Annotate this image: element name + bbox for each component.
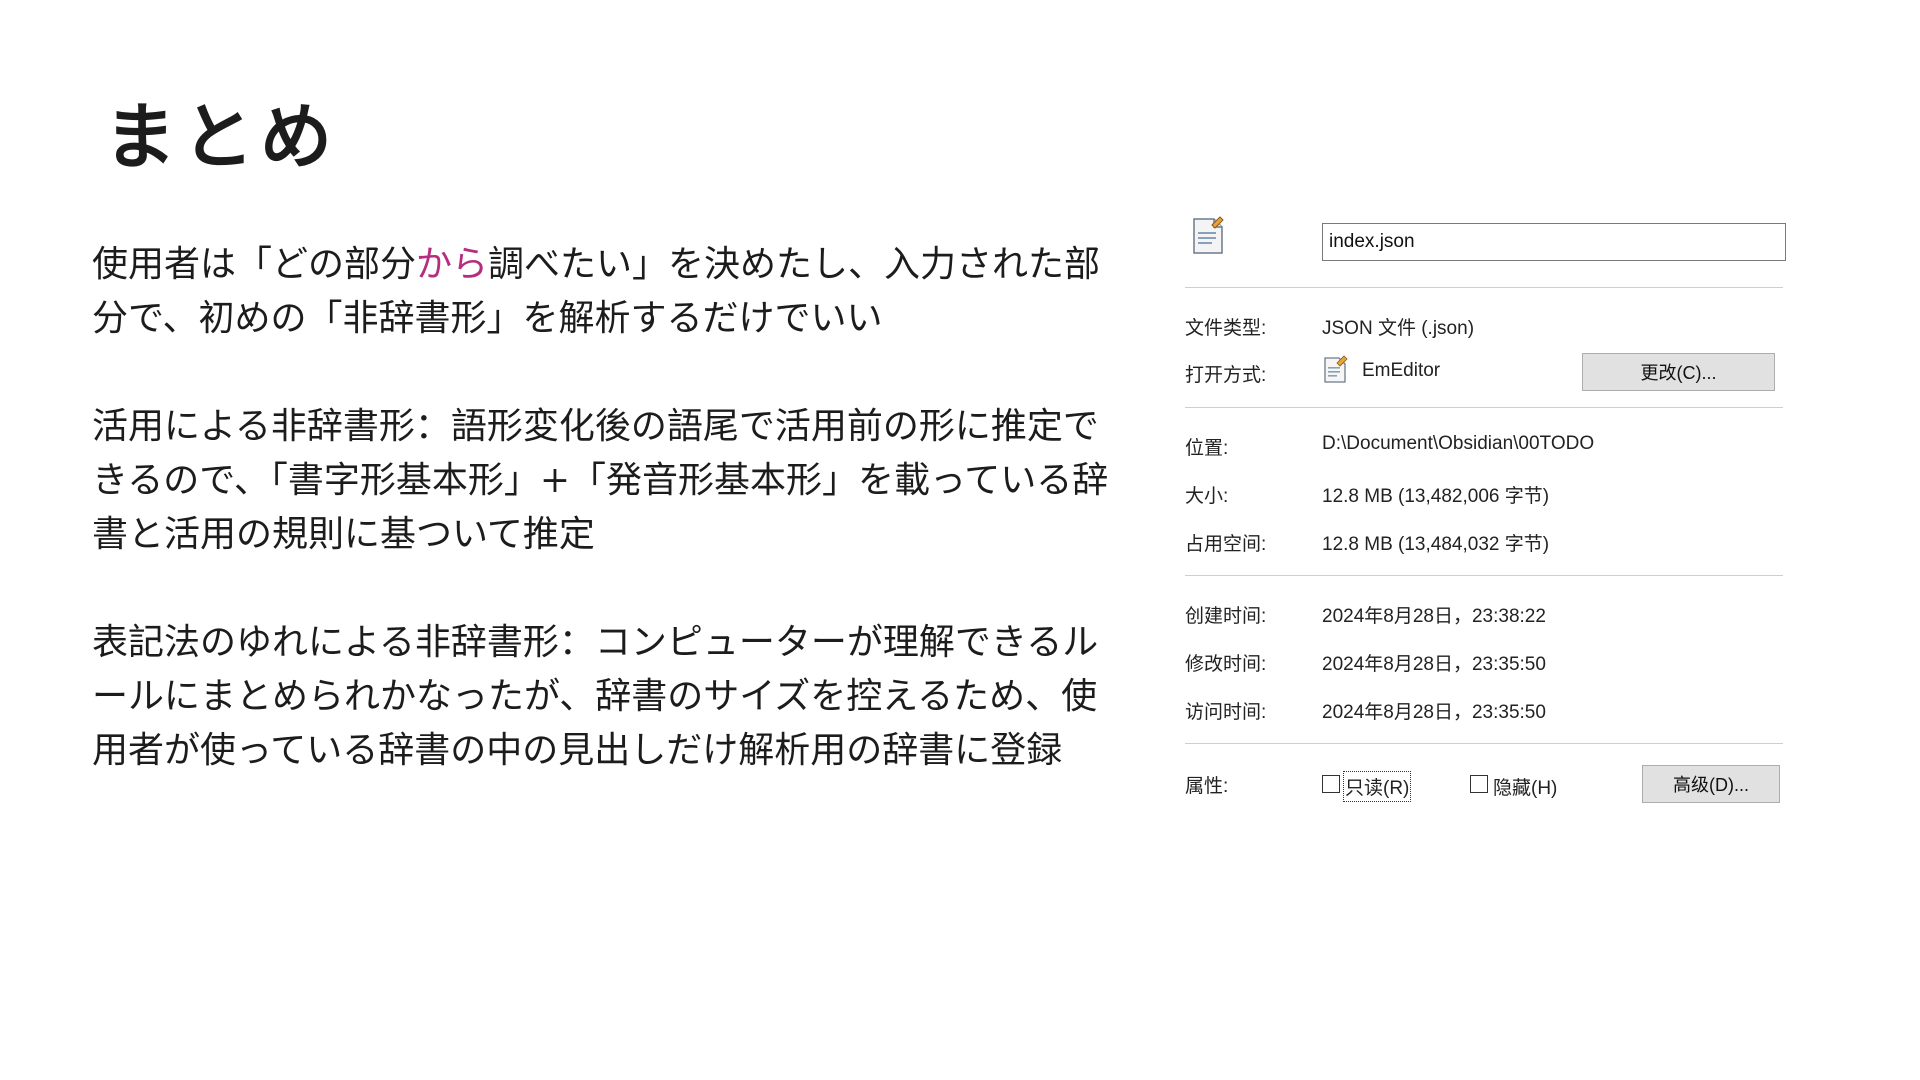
summary-paragraph-2: 活用による非辞書形：語形変化後の語尾で活用前の形に推定できるので、「書字形基本形… xyxy=(92,400,1122,562)
location-value: D:\Document\Obsidian\00TODO xyxy=(1322,433,1595,454)
size-value: 12.8 MB (13,482,006 字节) xyxy=(1322,486,1550,507)
modified-label: 修改时间: xyxy=(1185,654,1267,675)
hidden-checkbox[interactable] xyxy=(1470,775,1488,793)
created-value: 2024年8月28日，23:38:22 xyxy=(1322,606,1546,627)
change-program-button[interactable]: 更改(C)... xyxy=(1582,353,1775,391)
emeditor-app-icon xyxy=(1324,355,1348,383)
location-label: 位置: xyxy=(1185,438,1229,459)
size-label: 大小: xyxy=(1185,486,1229,507)
accessed-label: 访问时间: xyxy=(1185,702,1267,723)
file-type-label: 文件类型: xyxy=(1185,318,1267,339)
readonly-checkbox[interactable] xyxy=(1322,775,1340,793)
divider xyxy=(1185,407,1783,408)
json-file-icon xyxy=(1193,216,1224,254)
hidden-label[interactable]: 隐藏(H) xyxy=(1493,773,1557,800)
summary-paragraph-1: 使用者は「どの部分から調べたい」を決めたし、入力された部分で、初めの「非辞書形」… xyxy=(92,238,1122,346)
readonly-label[interactable]: 只读(R) xyxy=(1342,771,1412,802)
para3-text: 表記法のゆれによる非辞書形：コンピューターが理解できるルールにまとめられかなった… xyxy=(92,622,1099,771)
size-on-disk-value: 12.8 MB (13,484,032 字节) xyxy=(1322,534,1550,555)
advanced-button[interactable]: 高级(D)... xyxy=(1642,765,1780,803)
slide-title: まとめ xyxy=(104,94,339,179)
divider xyxy=(1185,575,1783,576)
divider xyxy=(1185,287,1783,288)
created-label: 创建时间: xyxy=(1185,606,1267,627)
modified-value: 2024年8月28日，23:35:50 xyxy=(1322,654,1546,675)
attributes-label: 属性: xyxy=(1185,776,1229,797)
para1-text-start: 使用者は「どの部分 xyxy=(92,244,417,285)
summary-paragraph-3: 表記法のゆれによる非辞書形：コンピューターが理解できるルールにまとめられかなった… xyxy=(92,616,1122,778)
open-with-value: EmEditor xyxy=(1362,360,1441,381)
para1-highlight: から xyxy=(416,244,489,285)
file-properties-panel: 文件类型: JSON 文件 (.json) 打开方式: EmEditor 更改(… xyxy=(1170,205,1795,825)
divider xyxy=(1185,743,1783,744)
para2-text: 活用による非辞書形：語形変化後の語尾で活用前の形に推定できるので、「書字形基本形… xyxy=(92,406,1109,555)
accessed-value: 2024年8月28日，23:35:50 xyxy=(1322,702,1546,723)
file-type-value: JSON 文件 (.json) xyxy=(1322,318,1475,339)
file-name-input[interactable] xyxy=(1322,223,1786,261)
open-with-label: 打开方式: xyxy=(1185,365,1267,386)
size-on-disk-label: 占用空间: xyxy=(1185,534,1267,555)
